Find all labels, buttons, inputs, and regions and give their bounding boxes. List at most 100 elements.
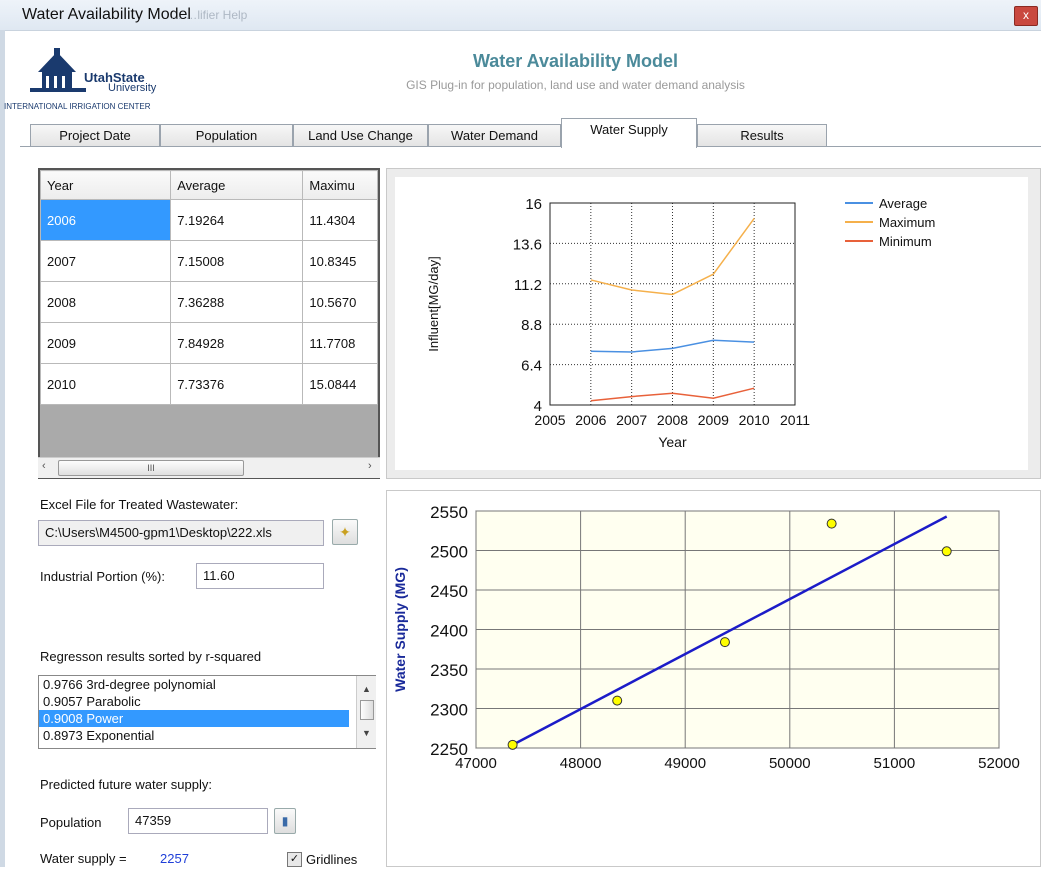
grid-cell[interactable]: 2008 (40, 281, 172, 323)
grid-header-maximum[interactable]: Maximu (302, 170, 378, 200)
industrial-portion-input[interactable]: 11.60 (196, 563, 324, 589)
x-tick-label: 48000 (560, 755, 602, 772)
y-tick-label: 2500 (430, 543, 468, 562)
grid-cell[interactable]: 7.73376 (170, 363, 304, 405)
grid-header-year[interactable]: Year (40, 170, 172, 200)
app-title: Water Availability Model (472, 51, 679, 71)
data-grid[interactable]: Year Average Maximu 2006 7.19264 11.4304… (38, 168, 380, 479)
gridlines-checkbox[interactable]: ✓ (287, 852, 302, 867)
menu-bar-ghost: … …lifier Help (170, 8, 248, 22)
grid-cell[interactable]: 7.19264 (170, 199, 304, 241)
logo-line3: INTERNATIONAL IRRIGATION CENTER (4, 102, 151, 111)
x-tick-label: 2005 (534, 412, 565, 428)
listbox-vertical-scrollbar[interactable]: ▲ ▼ (356, 676, 376, 748)
grid-horizontal-scrollbar[interactable]: ‹ III › (38, 457, 380, 478)
y-tick-label: 16 (525, 196, 542, 213)
supply-scatter-chart: 225023002350240024502500255047000 48000 49… (392, 503, 1020, 772)
list-item[interactable]: 0.9057 Parabolic (39, 693, 357, 710)
y-tick-label: 2400 (430, 622, 468, 641)
x-tick-label: 47000 (455, 755, 497, 772)
scroll-down-icon[interactable]: ▼ (362, 728, 371, 738)
x-tick-label: 50000 (769, 755, 811, 772)
list-item[interactable]: 0.9008 Power (39, 710, 349, 727)
grid-cell[interactable]: 15.0844 (302, 363, 378, 405)
legend-label: Average (879, 196, 927, 211)
list-item[interactable]: 0.9766 3rd-degree polynomial (39, 676, 357, 693)
supply-chart-frame: 2250 2300 2350 2400 2450 2500 2550 47000 48000 49… (386, 490, 1041, 867)
data-point (826, 518, 837, 529)
x-axis-label: Year (658, 434, 687, 450)
influent-chart-area: 4 6.4 8.8 11.2 13.6 16 2005 2006 2007 2008 2009 201… (395, 177, 1028, 470)
table-row[interactable]: 2006 7.19264 11.4304 (40, 199, 378, 241)
browse-folder-button[interactable]: ✦ (332, 519, 358, 545)
y-tick-label: 13.6 (513, 236, 542, 253)
influent-line-chart: 46.48.811.213.6162005 2006 2007 2008 2009 201… (426, 196, 935, 450)
grid-cell[interactable]: 2009 (40, 322, 172, 364)
data-point (612, 695, 623, 706)
check-icon: ✓ (289, 853, 300, 865)
grid-cell[interactable]: 2010 (40, 363, 172, 405)
table-row[interactable]: 2008 7.36288 10.5670 (40, 281, 378, 323)
influent-chart-frame: 4 6.4 8.8 11.2 13.6 16 2005 2006 2007 2008 2009 201… (386, 168, 1041, 479)
y-tick-label: 2300 (430, 701, 468, 720)
calculator-icon: ▮ (281, 814, 289, 828)
gridlines-label: Gridlines (306, 852, 358, 867)
window-title: Water Availability Model (22, 6, 191, 23)
grid-cell[interactable]: 2007 (40, 240, 172, 282)
excel-file-label: Excel File for Treated Wastewater: (40, 497, 239, 512)
tab-water-demand[interactable]: Water Demand (428, 124, 561, 146)
data-point (719, 637, 730, 648)
scroll-thumb[interactable]: III (58, 460, 244, 476)
x-tick-label: 51000 (874, 755, 916, 772)
population-label: Population (40, 815, 102, 830)
data-point (941, 546, 952, 557)
grid-cell[interactable]: 10.5670 (302, 281, 378, 323)
tab-results[interactable]: Results (697, 124, 827, 146)
window-left-edge (0, 30, 5, 867)
tab-population[interactable]: Population (160, 124, 293, 146)
series-line-maximum (590, 217, 755, 296)
x-tick-label: 2010 (739, 412, 770, 428)
scroll-thumb[interactable] (360, 700, 374, 720)
scroll-up-icon[interactable]: ▲ (362, 684, 371, 694)
population-input[interactable]: 47359 (128, 808, 268, 834)
grid-header-row: Year Average Maximu (40, 170, 378, 200)
water-supply-label: Water supply = (40, 851, 127, 866)
tab-land-use-change[interactable]: Land Use Change (293, 124, 428, 146)
grid-cell[interactable]: 2006 (40, 199, 172, 241)
excel-path-field[interactable]: C:\Users\M4500-gpm1\Desktop\222.xls (38, 520, 324, 546)
legend-label: Minimum (879, 234, 932, 249)
x-tick-label: 2009 (698, 412, 729, 428)
industrial-portion-label: Industrial Portion (%): (40, 569, 165, 584)
y-tick-label: 11.2 (514, 277, 542, 294)
calculate-button[interactable]: ▮ (274, 808, 296, 834)
tab-water-supply[interactable]: Water Supply (561, 118, 697, 148)
water-supply-value: 2257 (160, 851, 189, 866)
grid-cell[interactable]: 7.84928 (170, 322, 304, 364)
grid-cell[interactable]: 11.7708 (302, 322, 378, 364)
app-subtitle: GIS Plug-in for population, land use and… (406, 78, 745, 92)
table-row[interactable]: 2010 7.73376 15.0844 (40, 363, 378, 405)
regression-listbox[interactable]: 0.9766 3rd-degree polynomial 0.9057 Para… (38, 675, 376, 749)
grid-cell[interactable]: 10.8345 (302, 240, 378, 282)
legend-label: Maximum (879, 215, 935, 230)
grid-cell[interactable]: 7.15008 (170, 240, 304, 282)
scroll-right-icon[interactable]: › (368, 460, 372, 472)
x-tick-label: 2011 (780, 412, 810, 428)
scroll-left-icon[interactable]: ‹ (42, 460, 46, 472)
x-tick-label: 2006 (575, 412, 606, 428)
grid-cell[interactable]: 11.4304 (302, 199, 378, 241)
y-tick-label: 2350 (430, 661, 468, 680)
y-tick-label: 6.4 (521, 358, 542, 375)
tab-project-date[interactable]: Project Date (30, 124, 160, 146)
y-tick-label: 8.8 (521, 317, 542, 334)
table-row[interactable]: 2007 7.15008 10.8345 (40, 240, 378, 282)
x-tick-label: 2007 (616, 412, 647, 428)
folder-icon: ✦ (339, 524, 351, 540)
close-button[interactable]: x (1014, 6, 1038, 26)
grid-cell[interactable]: 7.36288 (170, 281, 304, 323)
list-item[interactable]: 0.8973 Exponential (39, 727, 357, 744)
x-tick-label: 52000 (978, 755, 1020, 772)
table-row[interactable]: 2009 7.84928 11.7708 (40, 322, 378, 364)
grid-header-average[interactable]: Average (170, 170, 304, 200)
